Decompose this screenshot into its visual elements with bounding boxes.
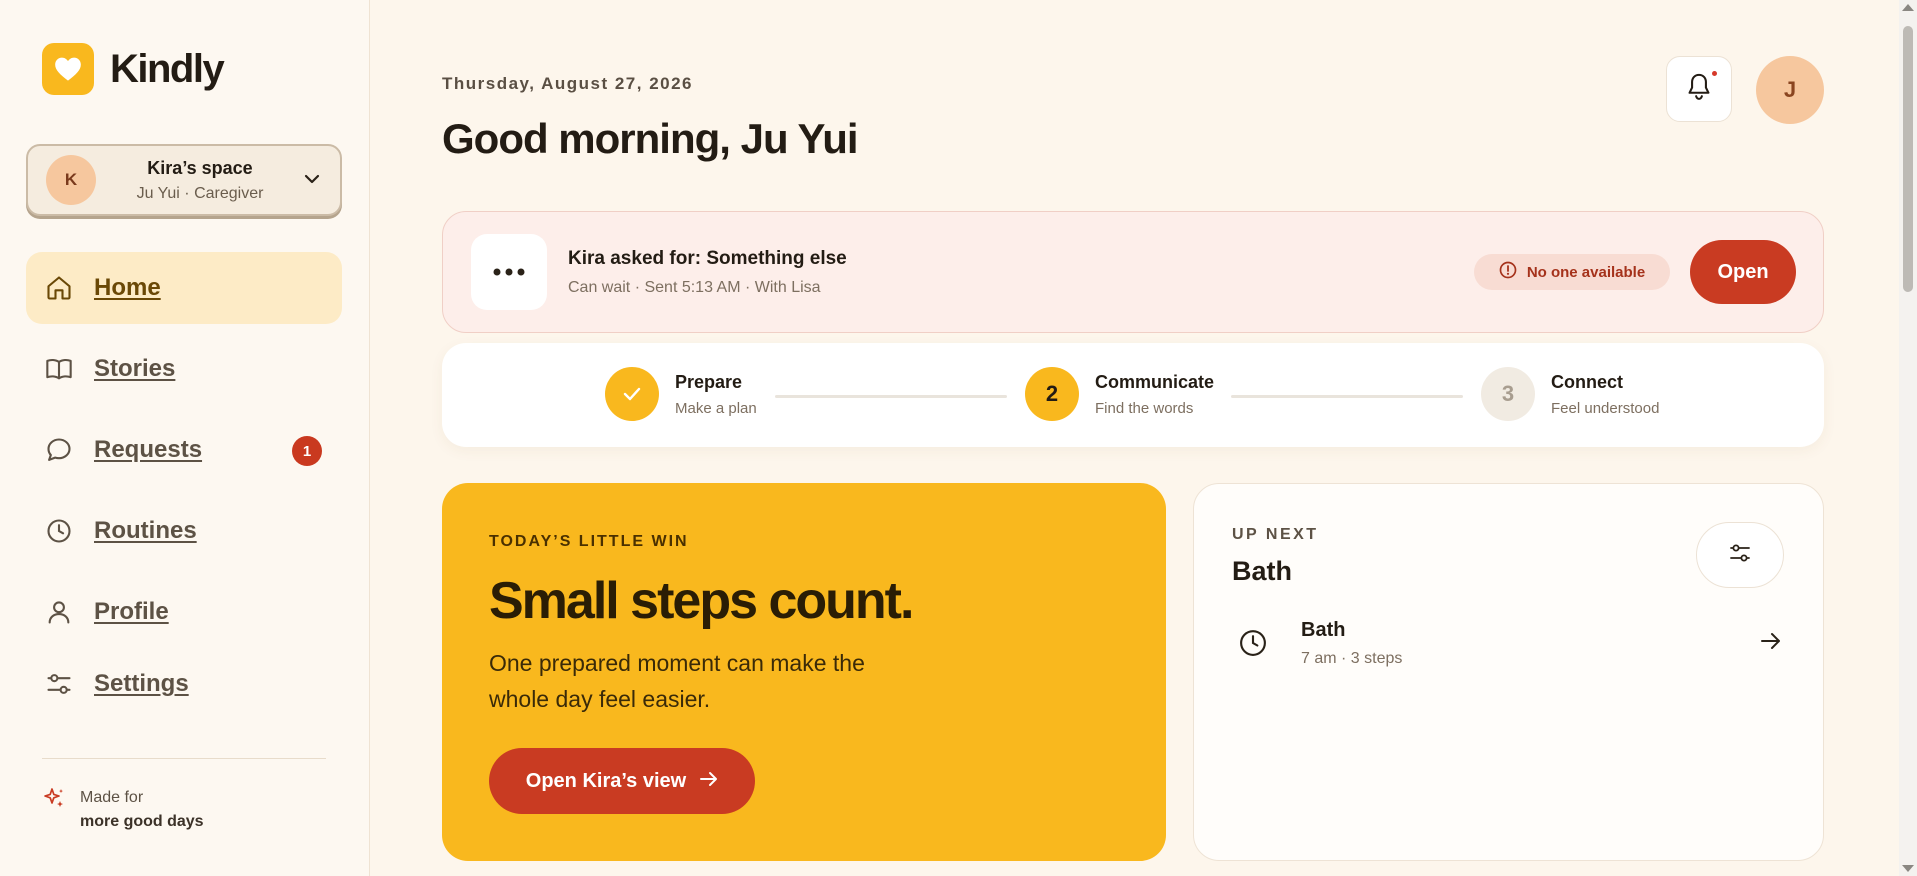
nav-item-profile[interactable]: Profile <box>26 576 342 648</box>
sidebar: Kindly K Kira’s space Ju Yui · Caregiver… <box>0 0 370 876</box>
clock-icon <box>44 516 74 546</box>
notification-dot <box>1712 71 1717 76</box>
step-prepare: Prepare Make a plan <box>605 367 757 421</box>
arrow-right-icon <box>700 770 718 793</box>
nav-item-requests[interactable]: Requests 1 <box>26 414 342 486</box>
heart-icon <box>42 43 94 95</box>
chevron-down-icon <box>304 171 320 189</box>
request-card: Kira asked for: Something else Can wait … <box>442 211 1824 333</box>
sparkle-icon <box>42 786 66 815</box>
arrow-right-icon <box>1760 631 1782 656</box>
notifications-button[interactable] <box>1666 56 1732 122</box>
nav-item-settings[interactable]: Settings <box>26 648 342 720</box>
person-icon <box>44 597 74 627</box>
chat-bubble-icon <box>44 435 74 465</box>
step-number: 3 <box>1481 367 1535 421</box>
nav-label: Home <box>94 274 161 301</box>
checkmark-icon <box>605 367 659 421</box>
step-number: 2 <box>1025 367 1079 421</box>
sliders-icon <box>1728 541 1752 570</box>
book-icon <box>44 354 74 384</box>
app-logo[interactable]: Kindly <box>42 43 225 95</box>
more-dots-icon <box>471 234 547 310</box>
sliders-icon <box>44 669 74 699</box>
space-avatar: K <box>46 155 96 205</box>
nav-label: Stories <box>94 355 176 382</box>
step-title: Connect <box>1551 371 1623 392</box>
availability-status-badge: No one available <box>1474 254 1670 290</box>
sidebar-divider <box>42 758 326 759</box>
step-title: Prepare <box>675 371 743 392</box>
availability-status-text: No one available <box>1526 263 1646 281</box>
step-connector <box>775 395 1007 398</box>
step-communicate: 2 Communicate Find the words <box>1025 367 1214 421</box>
step-subtitle: Feel understood <box>1551 399 1660 417</box>
nav-item-home[interactable]: Home <box>26 252 342 324</box>
nav-item-routines[interactable]: Routines <box>26 495 342 567</box>
win-body: One prepared moment can make the whole d… <box>489 650 865 712</box>
user-avatar[interactable]: J <box>1756 56 1824 124</box>
clock-icon <box>1238 628 1268 663</box>
win-eyebrow: TODAY’S LITTLE WIN <box>489 533 689 550</box>
home-icon <box>44 273 74 303</box>
requests-count-badge: 1 <box>292 436 322 466</box>
progress-steps: Prepare Make a plan 2 Communicate Find t… <box>442 343 1824 447</box>
nav-label: Requests <box>94 436 203 463</box>
up-next-card: UP NEXT Bath Bath 7 am · 3 steps <box>1193 483 1824 861</box>
routine-meta: 7 am · 3 steps <box>1301 650 1403 667</box>
alert-circle-icon <box>1499 261 1517 283</box>
space-name: Kira’s space <box>147 157 253 178</box>
sidebar-footer: Made for more good days <box>42 786 204 834</box>
open-request-button[interactable]: Open <box>1690 240 1796 304</box>
request-meta: Can wait · Sent 5:13 AM · With Lisa <box>568 279 821 296</box>
routine-name: Bath <box>1301 619 1346 641</box>
request-title: Kira asked for: Something else <box>568 248 847 269</box>
open-kira-view-button[interactable]: Open Kira’s view <box>489 748 755 814</box>
up-next-eyebrow: UP NEXT <box>1232 526 1319 543</box>
page-title: Good morning, Ju Yui <box>442 115 859 162</box>
win-title: Small steps count. <box>489 572 914 630</box>
little-win-card: TODAY’S LITTLE WIN Small steps count. On… <box>442 483 1166 861</box>
footer-line-2: more good days <box>80 813 204 830</box>
footer-line-1: Made for <box>80 789 144 806</box>
space-role: Ju Yui · Caregiver <box>136 184 264 202</box>
up-next-title: Bath <box>1232 556 1292 586</box>
step-connector <box>1231 395 1463 398</box>
step-subtitle: Find the words <box>1095 399 1194 417</box>
nav-label: Routines <box>94 517 197 544</box>
scrollbar-thumb[interactable] <box>1903 26 1913 292</box>
button-label: Open Kira’s view <box>525 769 687 792</box>
app-name: Kindly <box>110 46 225 91</box>
scroll-down-arrow-icon[interactable] <box>1902 865 1914 872</box>
step-title: Communicate <box>1095 371 1215 392</box>
scrollbar[interactable] <box>1899 0 1917 876</box>
nav-label: Settings <box>94 670 189 697</box>
routine-list-item[interactable]: Bath 7 am · 3 steps <box>1222 611 1796 677</box>
step-subtitle: Make a plan <box>675 399 757 417</box>
nav-label: Profile <box>94 598 169 625</box>
space-switcher[interactable]: K Kira’s space Ju Yui · Caregiver <box>26 144 342 216</box>
bell-icon <box>1685 72 1713 107</box>
nav-item-stories[interactable]: Stories <box>26 333 342 405</box>
scroll-up-arrow-icon[interactable] <box>1902 4 1914 11</box>
step-connect: 3 Connect Feel understood <box>1481 367 1659 421</box>
filter-button[interactable] <box>1696 522 1784 588</box>
current-date: Thursday, August 27, 2026 <box>442 74 694 93</box>
